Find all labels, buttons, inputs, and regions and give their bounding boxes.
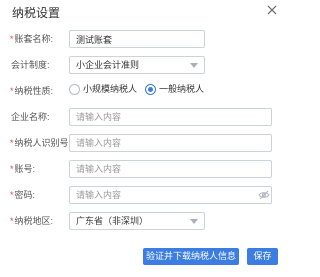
tax-region-value: 广东省（非深圳） (76, 216, 149, 226)
row-password: *密码: (0, 186, 291, 206)
eye-off-icon[interactable] (258, 190, 270, 200)
row-accounting-system: 会计制度: 小企业会计准则 (0, 56, 291, 76)
password-label: *密码: (10, 190, 36, 200)
row-company-name: 企业名称: (0, 108, 291, 128)
password-input[interactable] (69, 186, 272, 204)
radio-unchecked-icon (69, 84, 80, 95)
chevron-down-icon (190, 219, 198, 224)
company-name-label: 企业名称: (11, 112, 50, 122)
row-account-name: *账套名称: (0, 30, 291, 50)
account-no-input[interactable] (69, 160, 272, 178)
radio-checked-icon (145, 84, 156, 95)
taxpayer-type-label: *纳税性质: (10, 86, 54, 96)
tax-settings-dialog: 纳税设置 *账套名称: 会计制度: 小企业会计准则 *纳税性质: 小规模纳税人 … (0, 0, 291, 277)
taxpayer-id-label: *纳税人识别号: (10, 138, 72, 148)
accounting-system-label: 会计制度: (11, 60, 50, 70)
save-button[interactable]: 保存 (247, 248, 278, 265)
dialog-title: 纳税设置 (12, 6, 61, 20)
accounting-system-value: 小企业会计准则 (76, 60, 140, 70)
tax-region-label: *纳税地区: (10, 216, 54, 226)
chevron-down-icon (190, 63, 198, 68)
account-no-label: *账号: (10, 164, 36, 174)
close-icon[interactable] (265, 3, 279, 17)
row-account-no: *账号: (0, 160, 291, 180)
account-name-input[interactable] (69, 30, 205, 48)
row-taxpayer-id: *纳税人识别号: (0, 134, 291, 154)
verify-download-button[interactable]: 验证并下载纳税人信息 (143, 248, 239, 265)
taxpayer-id-input[interactable] (69, 134, 272, 152)
tax-region-select[interactable]: 广东省（非深圳） (69, 212, 205, 230)
accounting-system-select[interactable]: 小企业会计准则 (69, 56, 205, 74)
account-name-label: *账套名称: (10, 34, 54, 44)
company-name-input[interactable] (69, 108, 272, 126)
row-tax-region: *纳税地区: 广东省（非深圳） (0, 212, 291, 232)
row-taxpayer-type: *纳税性质: 小规模纳税人 一般纳税人 (10, 84, 205, 96)
